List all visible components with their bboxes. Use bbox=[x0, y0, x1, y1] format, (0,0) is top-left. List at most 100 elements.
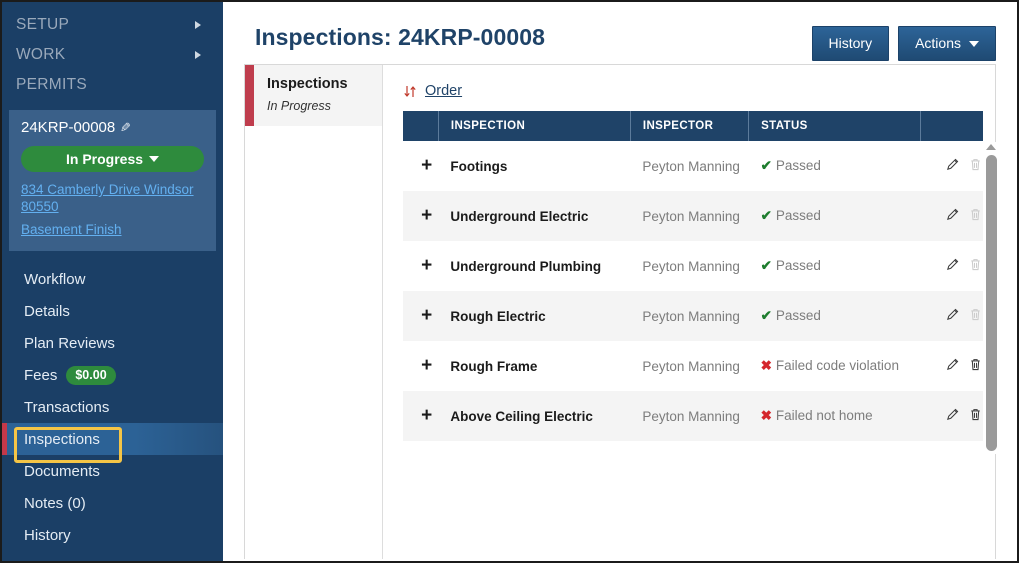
pencil-icon[interactable]: ✎ bbox=[120, 120, 131, 136]
cell-status: ✖ Failed code violation bbox=[749, 341, 921, 391]
sidebar-item-transactions[interactable]: Transactions bbox=[2, 391, 223, 423]
history-button-label: History bbox=[828, 35, 873, 51]
column-header-inspection[interactable]: INSPECTION bbox=[438, 111, 631, 141]
pencil-icon[interactable] bbox=[945, 307, 960, 325]
chevron-down-icon bbox=[969, 40, 979, 47]
pencil-icon[interactable] bbox=[945, 207, 960, 225]
status-pass-icon: ✔ bbox=[760, 208, 772, 223]
sidebar-item-label: Workflow bbox=[24, 270, 86, 288]
pencil-icon[interactable] bbox=[945, 157, 960, 175]
inspections-table-body: + Footings Peyton Manning ✔ Passed + Und… bbox=[403, 141, 983, 441]
tab-inspections[interactable]: Inspections In Progress bbox=[245, 65, 382, 126]
scrollbar-thumb[interactable] bbox=[986, 155, 997, 451]
inspections-grid-pane: Order INSPECTION INSPECTOR STATUS + Foot… bbox=[383, 65, 1000, 559]
cell-status: ✔ Passed bbox=[749, 241, 921, 291]
table-row[interactable]: + Above Ceiling Electric Peyton Manning … bbox=[403, 391, 983, 441]
cell-inspector: Peyton Manning bbox=[642, 308, 740, 324]
order-toolbar: Order bbox=[383, 65, 995, 111]
sidebar-item-inspections[interactable]: Inspections bbox=[2, 423, 223, 455]
sidebar-group-setup[interactable]: SETUP bbox=[2, 10, 223, 40]
row-expand-toggle[interactable]: + bbox=[403, 191, 438, 241]
tabs-pane: Inspections In Progress bbox=[245, 65, 383, 559]
sidebar-item-label: Notes (0) bbox=[24, 494, 86, 512]
table-row[interactable]: + Underground Electric Peyton Manning ✔ P… bbox=[403, 191, 983, 241]
column-header-expand bbox=[403, 111, 439, 141]
main-content: Inspections: 24KRP-00008 History Actions… bbox=[223, 2, 1017, 561]
cell-inspector: Peyton Manning bbox=[642, 158, 740, 174]
order-link[interactable]: Order bbox=[425, 83, 462, 99]
page-title: Inspections: 24KRP-00008 bbox=[255, 24, 546, 50]
header-actions: History Actions bbox=[811, 26, 996, 61]
cell-inspection: Rough Frame bbox=[450, 358, 538, 374]
row-expand-toggle[interactable]: + bbox=[403, 341, 438, 391]
status-text: Failed not home bbox=[775, 408, 873, 423]
cell-inspection: Above Ceiling Electric bbox=[450, 408, 593, 424]
sidebar-item-label: Inspections bbox=[24, 430, 100, 448]
permit-project-link[interactable]: Basement Finish bbox=[21, 221, 204, 238]
chevron-right-icon bbox=[195, 21, 201, 29]
permit-summary-card: 24KRP-00008 ✎ In Progress 834 Camberly D… bbox=[9, 110, 216, 251]
inspections-table-head: INSPECTION INSPECTOR STATUS bbox=[403, 111, 983, 141]
table-row[interactable]: + Footings Peyton Manning ✔ Passed bbox=[403, 141, 983, 191]
history-button[interactable]: History bbox=[811, 26, 890, 61]
row-expand-toggle[interactable]: + bbox=[403, 291, 438, 341]
row-expand-toggle[interactable]: + bbox=[403, 141, 438, 191]
cell-actions bbox=[920, 141, 983, 191]
cell-inspection: Underground Electric bbox=[450, 208, 589, 224]
sidebar-group-permits[interactable]: PERMITS bbox=[2, 70, 223, 100]
status-text: Passed bbox=[775, 208, 821, 223]
cell-inspector: Peyton Manning bbox=[642, 408, 740, 424]
grid-vertical-scrollbar[interactable] bbox=[983, 142, 1000, 454]
page-header: Inspections: 24KRP-00008 History Actions bbox=[223, 2, 1017, 70]
cell-actions bbox=[920, 291, 983, 341]
sidebar: SETUP WORK PERMITS 24KRP-00008 ✎ In Prog… bbox=[2, 2, 223, 561]
sidebar-group-work-label: WORK bbox=[16, 46, 66, 63]
sidebar-item-workflow[interactable]: Workflow bbox=[2, 263, 223, 295]
sidebar-item-fees[interactable]: Fees $0.00 bbox=[2, 359, 223, 391]
table-row[interactable]: + Rough Frame Peyton Manning ✖ Failed cod… bbox=[403, 341, 983, 391]
column-header-inspector[interactable]: INSPECTOR bbox=[630, 111, 750, 141]
row-expand-toggle[interactable]: + bbox=[403, 241, 438, 291]
cell-actions bbox=[920, 241, 983, 291]
trash-icon[interactable] bbox=[968, 407, 983, 425]
pencil-icon[interactable] bbox=[945, 357, 960, 375]
actions-button[interactable]: Actions bbox=[898, 26, 996, 61]
sidebar-item-plan-reviews[interactable]: Plan Reviews bbox=[2, 327, 223, 359]
status-text: Passed bbox=[775, 158, 821, 173]
sidebar-group-work[interactable]: WORK bbox=[2, 40, 223, 70]
sidebar-item-history[interactable]: History bbox=[2, 519, 223, 551]
chevron-right-icon bbox=[195, 51, 201, 59]
fees-amount-badge: $0.00 bbox=[66, 365, 116, 385]
pencil-icon[interactable] bbox=[945, 257, 960, 275]
caret-up-icon[interactable] bbox=[986, 144, 996, 150]
sidebar-item-label: Plan Reviews bbox=[24, 334, 115, 352]
permit-status-dropdown[interactable]: In Progress bbox=[21, 146, 204, 172]
cell-inspector: Peyton Manning bbox=[642, 358, 740, 374]
sidebar-item-notes[interactable]: Notes (0) bbox=[2, 487, 223, 519]
trash-icon bbox=[968, 307, 983, 325]
column-header-status[interactable]: STATUS bbox=[748, 111, 921, 141]
trash-icon[interactable] bbox=[968, 357, 983, 375]
cell-inspection: Rough Electric bbox=[450, 308, 546, 324]
inspections-table: INSPECTION INSPECTOR STATUS + Footings P… bbox=[403, 111, 983, 441]
sidebar-item-label: Documents bbox=[24, 462, 100, 480]
sidebar-item-label: History bbox=[24, 526, 71, 544]
trash-icon bbox=[968, 257, 983, 275]
column-header-actions bbox=[920, 111, 983, 141]
status-pass-icon: ✔ bbox=[760, 158, 772, 173]
row-expand-toggle[interactable]: + bbox=[403, 391, 438, 441]
sidebar-item-label: Transactions bbox=[24, 398, 110, 416]
cell-status: ✔ Passed bbox=[749, 191, 921, 241]
status-text: Failed code violation bbox=[775, 358, 899, 373]
sidebar-item-documents[interactable]: Documents bbox=[2, 455, 223, 487]
table-header-row: INSPECTION INSPECTOR STATUS bbox=[403, 111, 983, 141]
sidebar-item-label: Fees bbox=[24, 366, 58, 384]
pencil-icon[interactable] bbox=[945, 407, 960, 425]
table-row[interactable]: + Underground Plumbing Peyton Manning ✔ P… bbox=[403, 241, 983, 291]
sidebar-item-details[interactable]: Details bbox=[2, 295, 223, 327]
sidebar-groups: SETUP WORK PERMITS bbox=[2, 2, 223, 100]
tab-inspections-subtitle: In Progress bbox=[267, 99, 331, 113]
table-row[interactable]: + Rough Electric Peyton Manning ✔ Passed bbox=[403, 291, 983, 341]
permit-address-link[interactable]: 834 Camberly Drive Windsor 80550 bbox=[21, 181, 204, 215]
status-fail-icon: ✖ bbox=[760, 358, 772, 373]
